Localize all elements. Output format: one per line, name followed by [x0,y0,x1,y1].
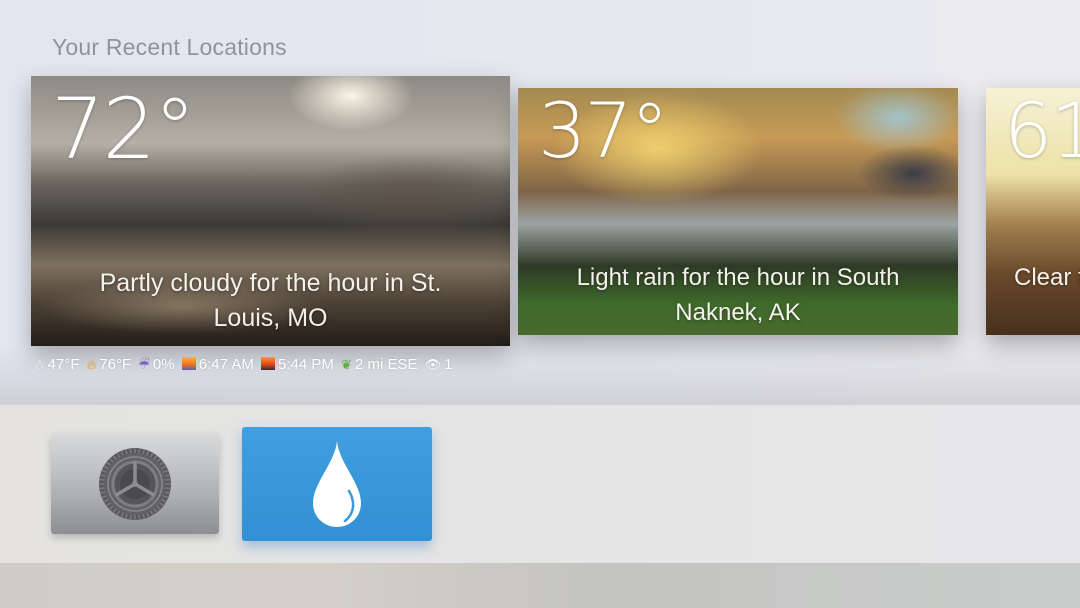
weather-details-row: ☃ 47°F 🔥︎ 76°F ☔ 0% 6:47 AM 5:44 PM ❦ 2 mi E… [33,356,518,373]
summary-line: Louis, MO [213,304,328,332]
gear-tooth [125,513,128,518]
background-strip [0,563,1080,608]
gear-tooth [165,478,171,481]
gear-tooth [129,514,132,519]
forecast-summary: Light rain for the hour in South Naknek,… [518,260,958,330]
sunset-time: 5:44 PM [278,356,334,373]
gear-tooth [164,473,170,477]
fire-icon: 🔥︎ [86,358,97,373]
gear-tooth [142,513,145,518]
weather-app-tile[interactable] [242,427,432,541]
forecast-summary: Partly cloudy for the hour in St. Louis,… [31,266,510,336]
gear-tooth [138,514,141,519]
gear-tooth [99,486,105,489]
eye-icon: 👁︎ [424,358,442,373]
section-title: Your Recent Locations [52,34,287,60]
gear-tooth [100,490,106,494]
sunrise-time: 6:47 AM [198,356,254,373]
gear-tooth [125,449,128,454]
forecast-summary: Clear f [1014,264,1080,291]
visibility: 1 [444,356,453,373]
snowman-icon: ☃ [33,358,45,373]
gear-icon [99,447,171,520]
sunrise-icon [181,357,196,370]
sunset-city-icon [261,357,275,370]
precip-chance: 0% [152,356,175,373]
gear-tooth [99,478,105,481]
temperature: 61 [1004,88,1080,175]
low-temp: 47°F [47,356,80,373]
gear-tooth [165,486,171,489]
wind: 2 mi ESE [354,356,418,373]
settings-app-tile[interactable] [51,433,219,534]
summary-line: Light rain for the hour in South [576,264,900,291]
location-card-partial[interactable]: 61 Clear f [986,88,1080,335]
gear-tooth [142,449,145,454]
high-temp: 76°F [99,356,132,373]
temperature: 37° [538,88,669,175]
gear-tooth [164,490,170,494]
temperature: 72° [51,80,196,178]
water-drop-icon [313,441,361,527]
umbrella-rain-icon: ☔ [138,358,150,373]
summary-line: Naknek, AK [675,299,801,326]
location-card-st-louis[interactable]: 72° Partly cloudy for the hour in St. Lo… [31,76,510,346]
leaves-wind-icon: ❦ [341,358,352,373]
location-card-south-naknek[interactable]: 37° Light rain for the hour in South Nak… [518,88,958,335]
summary-line: Partly cloudy for the hour in St. [99,269,442,297]
gear-tooth [100,473,106,477]
gear-tooth [138,448,141,453]
gear-tooth [129,448,132,453]
